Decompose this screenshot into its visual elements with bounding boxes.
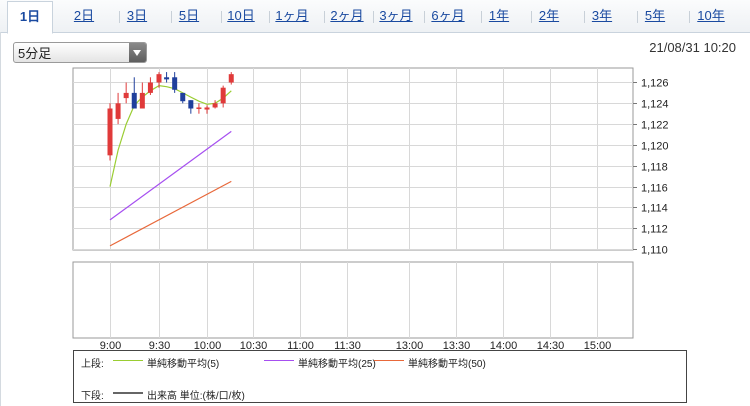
legend-sma50-label: 単純移動平均(50) <box>408 359 486 370</box>
lower-panel <box>72 261 634 339</box>
candle-body <box>123 92 129 99</box>
y-tick-label: 1,124 <box>641 99 669 111</box>
legend-sma25-swatch <box>264 360 294 361</box>
legend-sma5-swatch <box>113 360 143 361</box>
legend-sma50-swatch <box>374 360 404 361</box>
candle-body <box>156 74 162 83</box>
candle-body <box>180 92 186 102</box>
candle-body <box>212 103 218 108</box>
y-tick-label: 1,126 <box>641 78 669 90</box>
candle-body <box>228 74 234 83</box>
candle-body <box>131 92 137 109</box>
y-tick-label: 1,122 <box>641 120 669 132</box>
y-tick-label: 1,118 <box>641 162 668 174</box>
legend-sma5-label: 単純移動平均(5) <box>147 359 220 370</box>
y-tick-label: 1,114 <box>641 203 668 215</box>
upper-panel <box>72 67 634 251</box>
legend-box: 上段: 単純移動平均(5) 単純移動平均(25) 単純移動平均(50) 下段: … <box>73 350 687 403</box>
candle-body <box>147 82 153 93</box>
y-tick-label: 1,110 <box>641 245 668 257</box>
legend-sma25-label: 単純移動平均(25) <box>298 359 376 370</box>
legend-lower-label: 下段: <box>81 391 104 402</box>
candle-body <box>139 92 145 109</box>
candle-body <box>196 107 202 109</box>
y-tick-label: 1,120 <box>641 141 669 153</box>
price-chart: 1,110 1,112 1,114 1,116 1,118 1,120 1,122 1,124… <box>72 67 669 352</box>
candle-body <box>164 77 170 80</box>
y-tick-label: 1,112 <box>641 224 668 236</box>
candle-body <box>220 87 226 104</box>
candle-body <box>204 107 210 110</box>
candle-body <box>115 103 121 119</box>
candle-body <box>188 100 194 109</box>
legend-volume-swatch <box>113 392 143 394</box>
candle-body <box>107 108 113 156</box>
legend-upper-label: 上段: <box>81 359 104 370</box>
chart-page: 1日 2日 3日 5日 10日 1ヶ月 2ヶ月 3ヶ月 6ヶ月 1年 2年 3年 5年 10年 5分足 2… <box>0 0 750 406</box>
candle-body <box>172 77 178 90</box>
legend-volume-label: 出来高 単位:(株/口/枚) <box>147 391 245 402</box>
y-tick-label: 1,116 <box>641 183 668 195</box>
